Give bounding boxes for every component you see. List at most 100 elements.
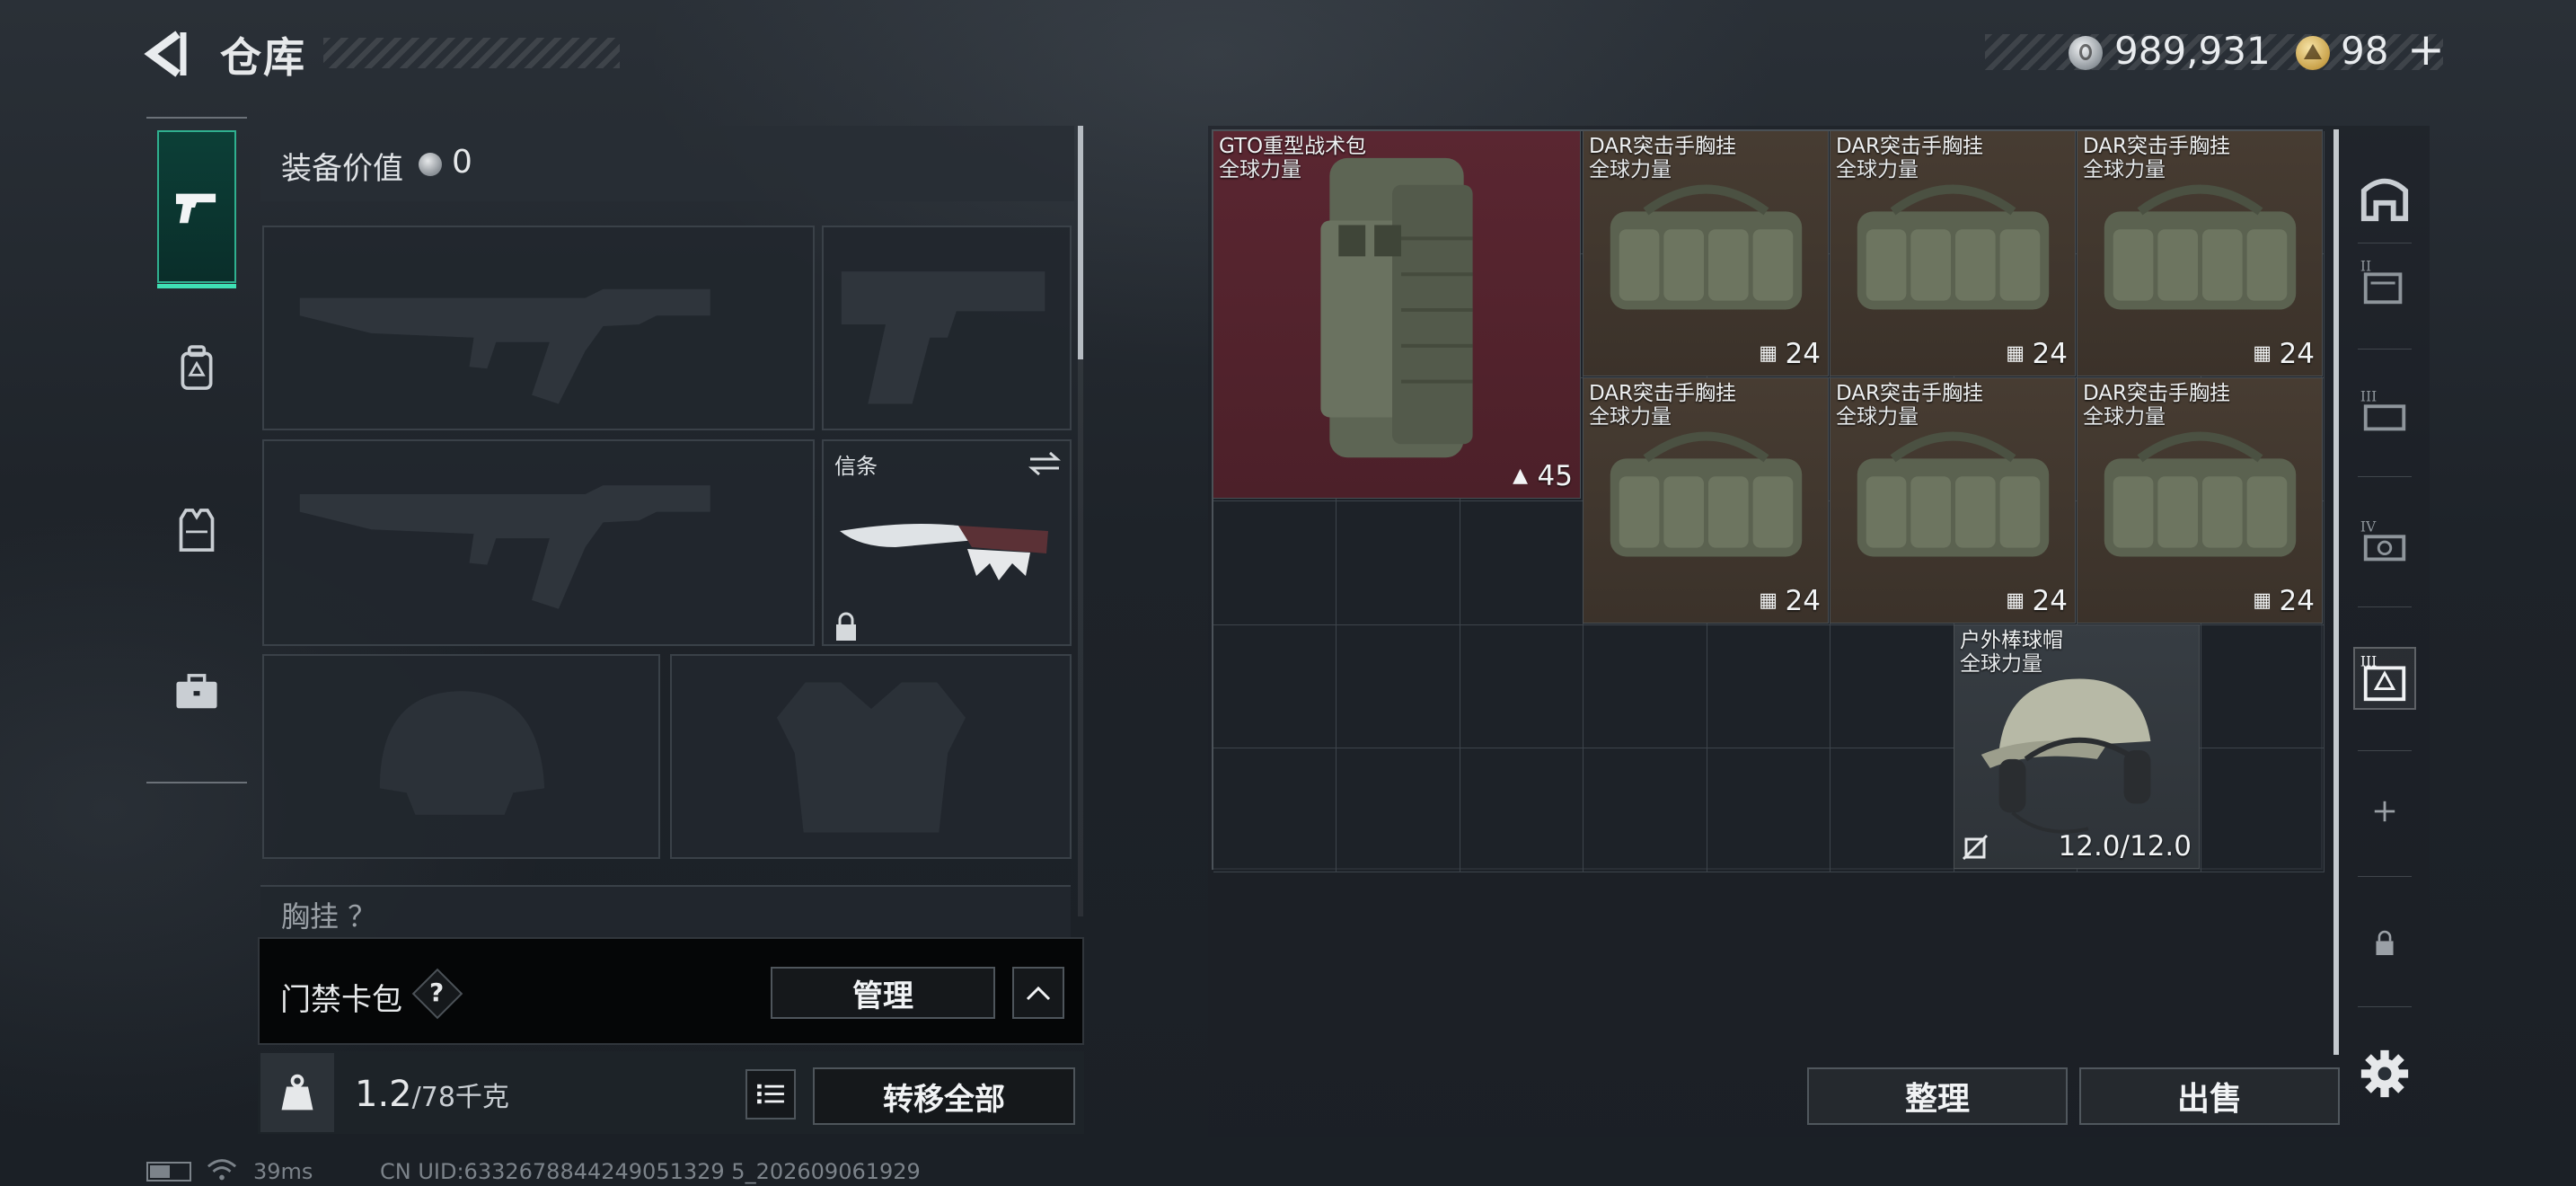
- rail-divider: [2358, 876, 2412, 877]
- stash-item-vest[interactable]: DAR突击手胸挂 全球力量 ▦ 24: [1830, 130, 2076, 376]
- item-faction: 全球力量: [1219, 158, 1301, 181]
- armor-silhouette-icon: [776, 682, 966, 833]
- sort-button[interactable]: 整理: [1807, 1067, 2068, 1125]
- stash-item-vest[interactable]: DAR突击手胸挂 全球力量 ▦ 24: [1583, 130, 1829, 376]
- stash-grid-cell[interactable]: [1707, 624, 1831, 749]
- item-count: 24: [2279, 585, 2315, 617]
- primary-weapon-slot-2[interactable]: [262, 439, 815, 646]
- lock-icon: [2376, 930, 2394, 955]
- item-name: DAR突击手胸挂: [1589, 382, 1737, 405]
- vest-capacity-icon: ▦: [2253, 589, 2272, 612]
- armor-slot[interactable]: [670, 654, 1072, 859]
- item-name: GTO重型战术包: [1219, 135, 1367, 158]
- stash-grid-cell[interactable]: [1337, 748, 1460, 872]
- rail-item-firearm[interactable]: [157, 130, 236, 288]
- stash-grid-cell[interactable]: [1460, 748, 1584, 872]
- stash-grid-cell[interactable]: [1707, 748, 1831, 872]
- battery-icon: [146, 1162, 191, 1182]
- stash-tier-2-icon[interactable]: II: [2353, 252, 2416, 314]
- pistol-silhouette-icon: [841, 271, 1045, 404]
- no-armor-icon: [1962, 834, 1989, 861]
- stash-tier-4-icon[interactable]: IV: [2353, 512, 2416, 575]
- carry-weight-current: 1.2: [355, 1074, 412, 1115]
- silver-coin-icon: [2069, 36, 2103, 70]
- stash-grid-cell[interactable]: [1213, 501, 1337, 625]
- stash-grid-cell[interactable]: [1337, 501, 1460, 625]
- equipment-scrollbar-thumb[interactable]: [1078, 126, 1083, 359]
- item-name: DAR突击手胸挂: [2083, 135, 2231, 158]
- stash-tier-3-icon[interactable]: III: [2353, 382, 2416, 445]
- stash-grid-cell[interactable]: [1213, 624, 1337, 749]
- melee-slot[interactable]: 信条: [822, 439, 1072, 646]
- stash-scrollbar[interactable]: [2333, 129, 2339, 1055]
- helmet-silhouette-icon: [379, 691, 545, 815]
- rail-item-vest[interactable]: [157, 490, 236, 571]
- settings-button[interactable]: [2353, 1042, 2416, 1105]
- list-icon: [757, 1084, 784, 1104]
- stash-arch-icon[interactable]: [2353, 166, 2416, 229]
- chest-rig-slot[interactable]: [260, 885, 1071, 939]
- keycard-case-label: 门禁卡包: [280, 982, 402, 1018]
- item-faction: 全球力量: [2083, 405, 2166, 429]
- wifi-icon: [207, 1157, 237, 1186]
- add-stash-button[interactable]: [2353, 780, 2416, 843]
- rail-item-case[interactable]: [157, 651, 236, 732]
- helmet-slot[interactable]: [262, 654, 660, 859]
- transfer-all-button[interactable]: 转移全部: [813, 1067, 1075, 1125]
- capacity-icon: ▲: [1513, 465, 1528, 487]
- sell-button[interactable]: 出售: [2079, 1067, 2340, 1125]
- locked-stash-slot[interactable]: [2353, 912, 2416, 975]
- stash-grid-cell[interactable]: [1584, 624, 1707, 749]
- rail-item-backpack[interactable]: [157, 328, 236, 409]
- pistol-icon: [175, 193, 216, 224]
- gold-coin-icon: [2296, 36, 2330, 70]
- collapse-button[interactable]: [1012, 967, 1064, 1019]
- svg-text:III: III: [2360, 388, 2377, 404]
- rail-divider: [2358, 476, 2412, 477]
- stash-item-vest[interactable]: DAR突击手胸挂 全球力量 ▦ 24: [2077, 377, 2323, 624]
- stash-grid-cell[interactable]: [1460, 501, 1584, 625]
- stash-grid-cell[interactable]: [1213, 748, 1337, 872]
- stash-item-backpack[interactable]: GTO重型战术包 全球力量 ▲ 45: [1213, 130, 1581, 499]
- stash-grid-cell[interactable]: [2201, 748, 2325, 872]
- item-count: 24: [1785, 338, 1821, 370]
- stash-grid-cell[interactable]: [1337, 624, 1460, 749]
- silver-coin-icon: [419, 153, 442, 176]
- item-faction: 全球力量: [1836, 405, 1919, 429]
- silver-balance: 989,931: [2114, 29, 2271, 73]
- stash-grid-cell[interactable]: [1460, 624, 1584, 749]
- stash-grid-cell[interactable]: [1831, 748, 1954, 872]
- vest-capacity-icon: ▦: [2253, 342, 2272, 365]
- stash-item-vest[interactable]: DAR突击手胸挂 全球力量 ▦ 24: [1830, 377, 2076, 624]
- help-icon: ?: [429, 978, 445, 1007]
- rifle-silhouette-icon: [299, 485, 710, 609]
- chest-rig-label: 胸挂 ？: [281, 899, 377, 934]
- stash-grid-cell[interactable]: [1831, 624, 1954, 749]
- vest-capacity-icon: ▦: [2006, 342, 2025, 365]
- stash-item-cap[interactable]: 户外棒球帽 全球力量 12.0/12.0: [1954, 624, 2200, 869]
- stash-grid-cell[interactable]: [1584, 748, 1707, 872]
- item-name: 户外棒球帽: [1960, 629, 2063, 652]
- stash-grid-cell[interactable]: [2201, 624, 2325, 749]
- back-arrow-icon[interactable]: [142, 27, 196, 81]
- primary-weapon-slot-1[interactable]: [262, 226, 815, 430]
- stash-item-vest[interactable]: DAR突击手胸挂 全球力量 ▦ 24: [2077, 130, 2323, 376]
- item-faction: 全球力量: [1589, 158, 1672, 181]
- svg-text:II: II: [2360, 258, 2371, 274]
- vest-capacity-icon: ▦: [2006, 589, 2025, 612]
- add-icon: [2374, 801, 2395, 822]
- list-view-button[interactable]: [745, 1069, 796, 1120]
- stash-item-vest[interactable]: DAR突击手胸挂 全球力量 ▦ 24: [1583, 377, 1829, 624]
- vest-capacity-icon: ▦: [1759, 589, 1778, 612]
- lock-icon: [836, 612, 856, 641]
- item-durability: 12.0/12.0: [2058, 830, 2192, 863]
- item-faction: 全球力量: [1960, 652, 2042, 676]
- stash-tier-3-bag-icon[interactable]: III: [2353, 647, 2416, 710]
- add-currency-button[interactable]: +: [2407, 23, 2445, 75]
- carry-weight-capacity: /78千克: [411, 1082, 509, 1113]
- equipment-value: 0: [452, 144, 472, 181]
- manage-button[interactable]: 管理: [771, 967, 995, 1019]
- item-count: 24: [1785, 585, 1821, 617]
- briefcase-icon: [176, 674, 217, 709]
- pistol-slot[interactable]: [822, 226, 1072, 430]
